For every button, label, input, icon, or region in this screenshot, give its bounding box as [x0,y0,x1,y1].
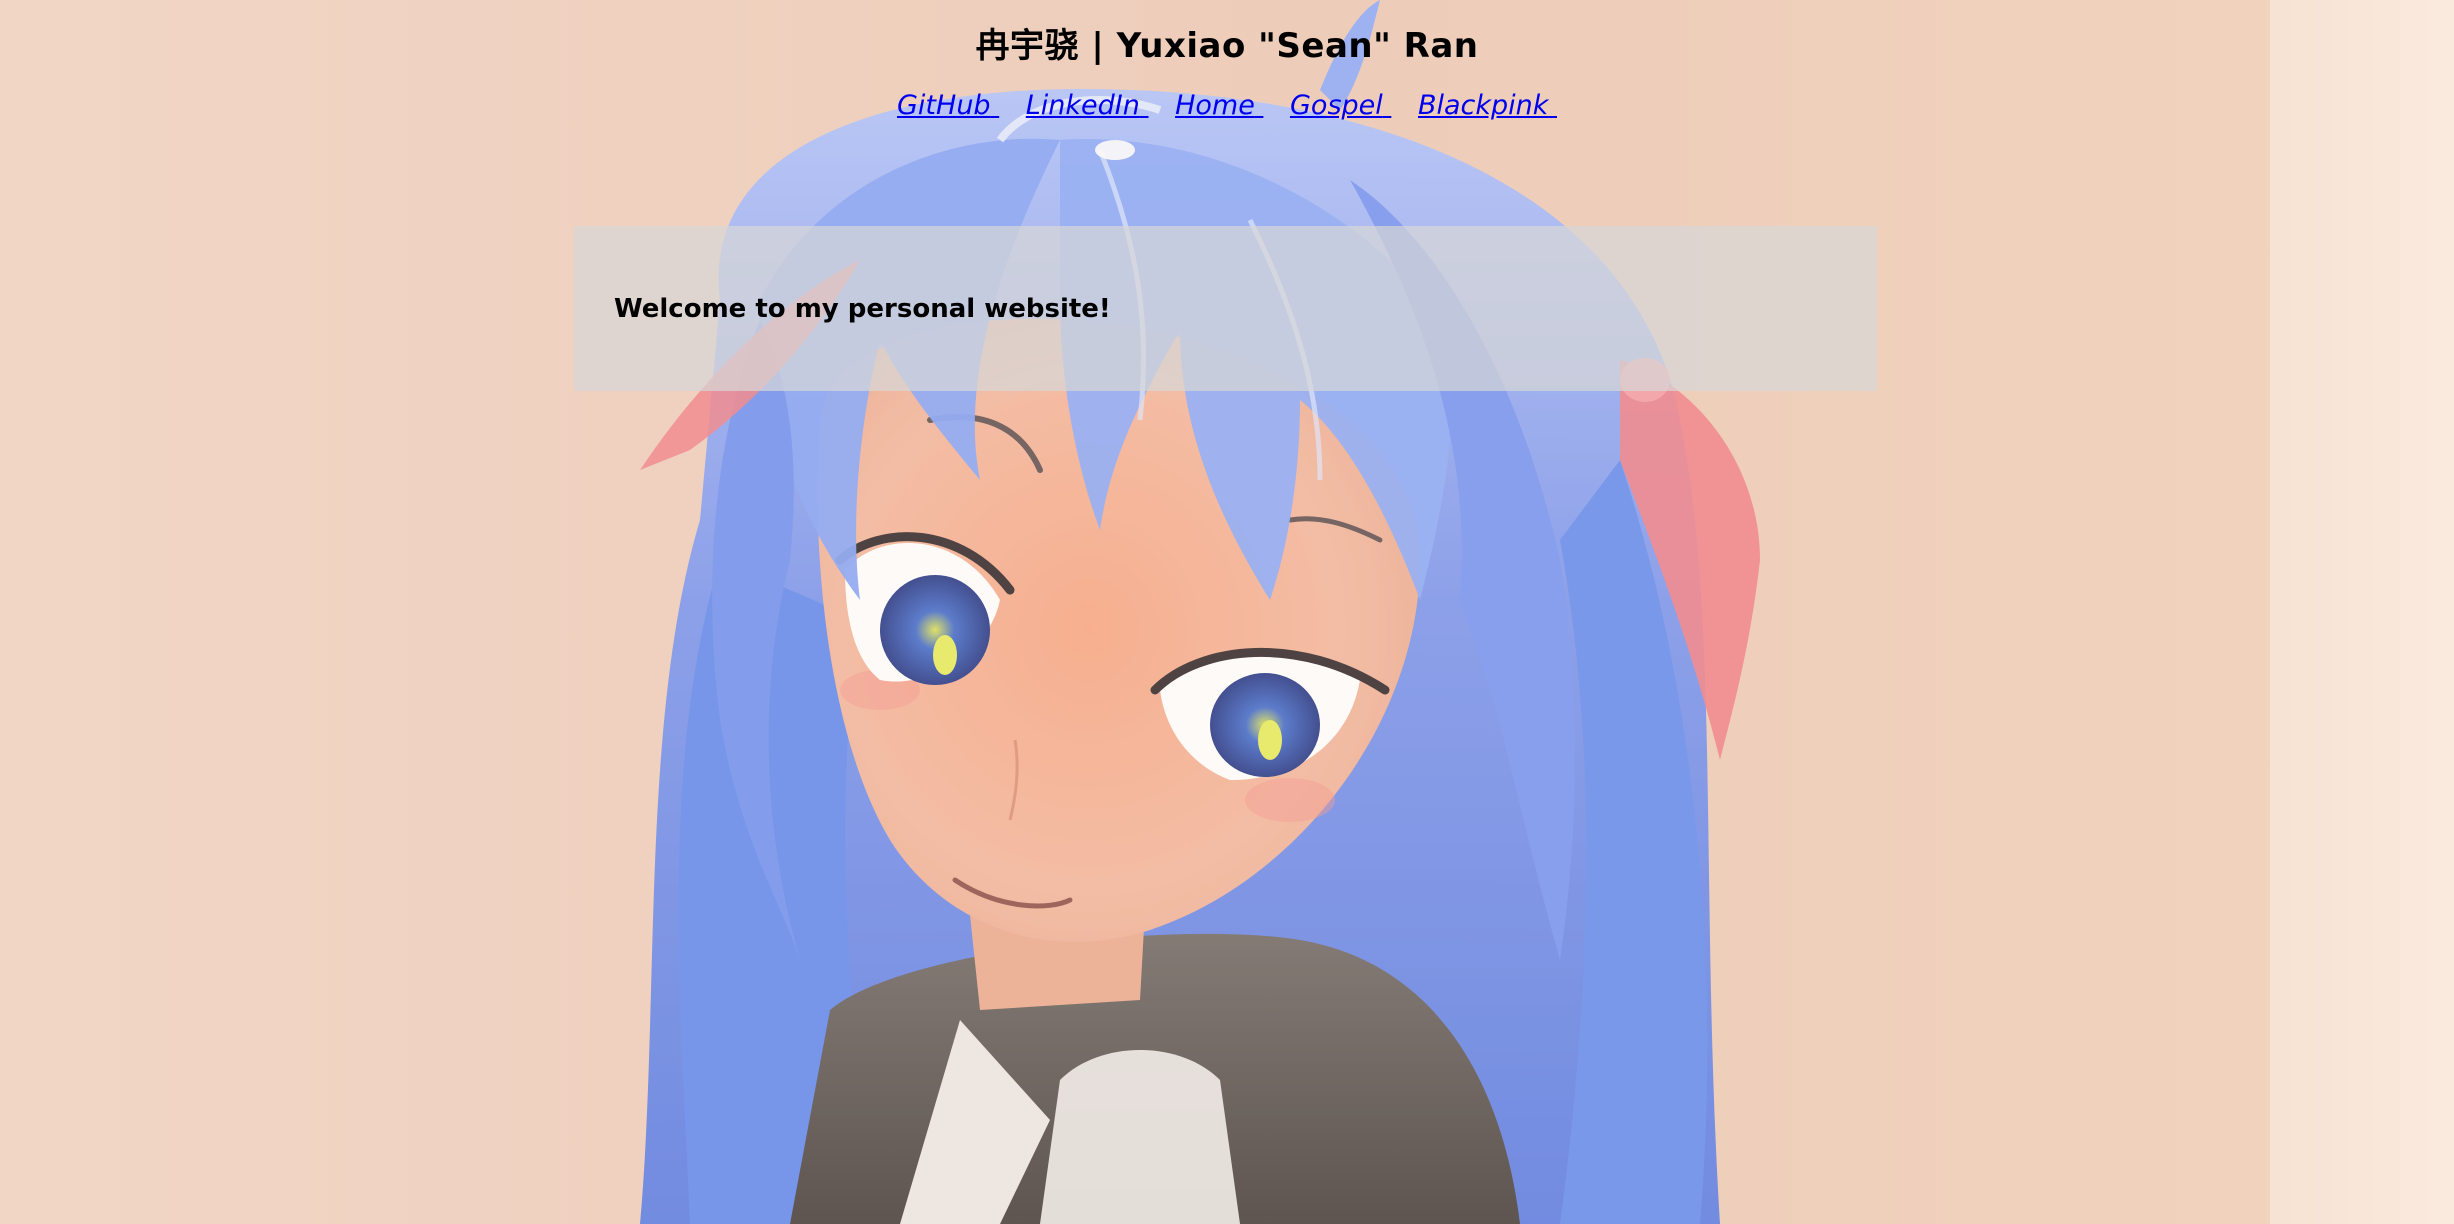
page: 冉宇骁 | Yuxiao "Sean" Ran GitHub LinkedIn … [0,0,2454,1224]
site-title: 冉宇骁 | Yuxiao "Sean" Ran [975,26,1479,66]
welcome-panel: Welcome to my personal website! [574,226,1877,391]
nav-link-home[interactable]: Home [1175,90,1263,121]
nav-link-linkedin[interactable]: LinkedIn [1026,90,1149,121]
welcome-message: Welcome to my personal website! [614,293,1111,324]
nav-link-gospel[interactable]: Gospel [1290,90,1391,121]
nav-links: GitHub LinkedIn Home Gospel Blackpink [0,90,2454,121]
nav-link-blackpink[interactable]: Blackpink [1418,90,1557,121]
nav-link-github[interactable]: GitHub [897,90,999,121]
